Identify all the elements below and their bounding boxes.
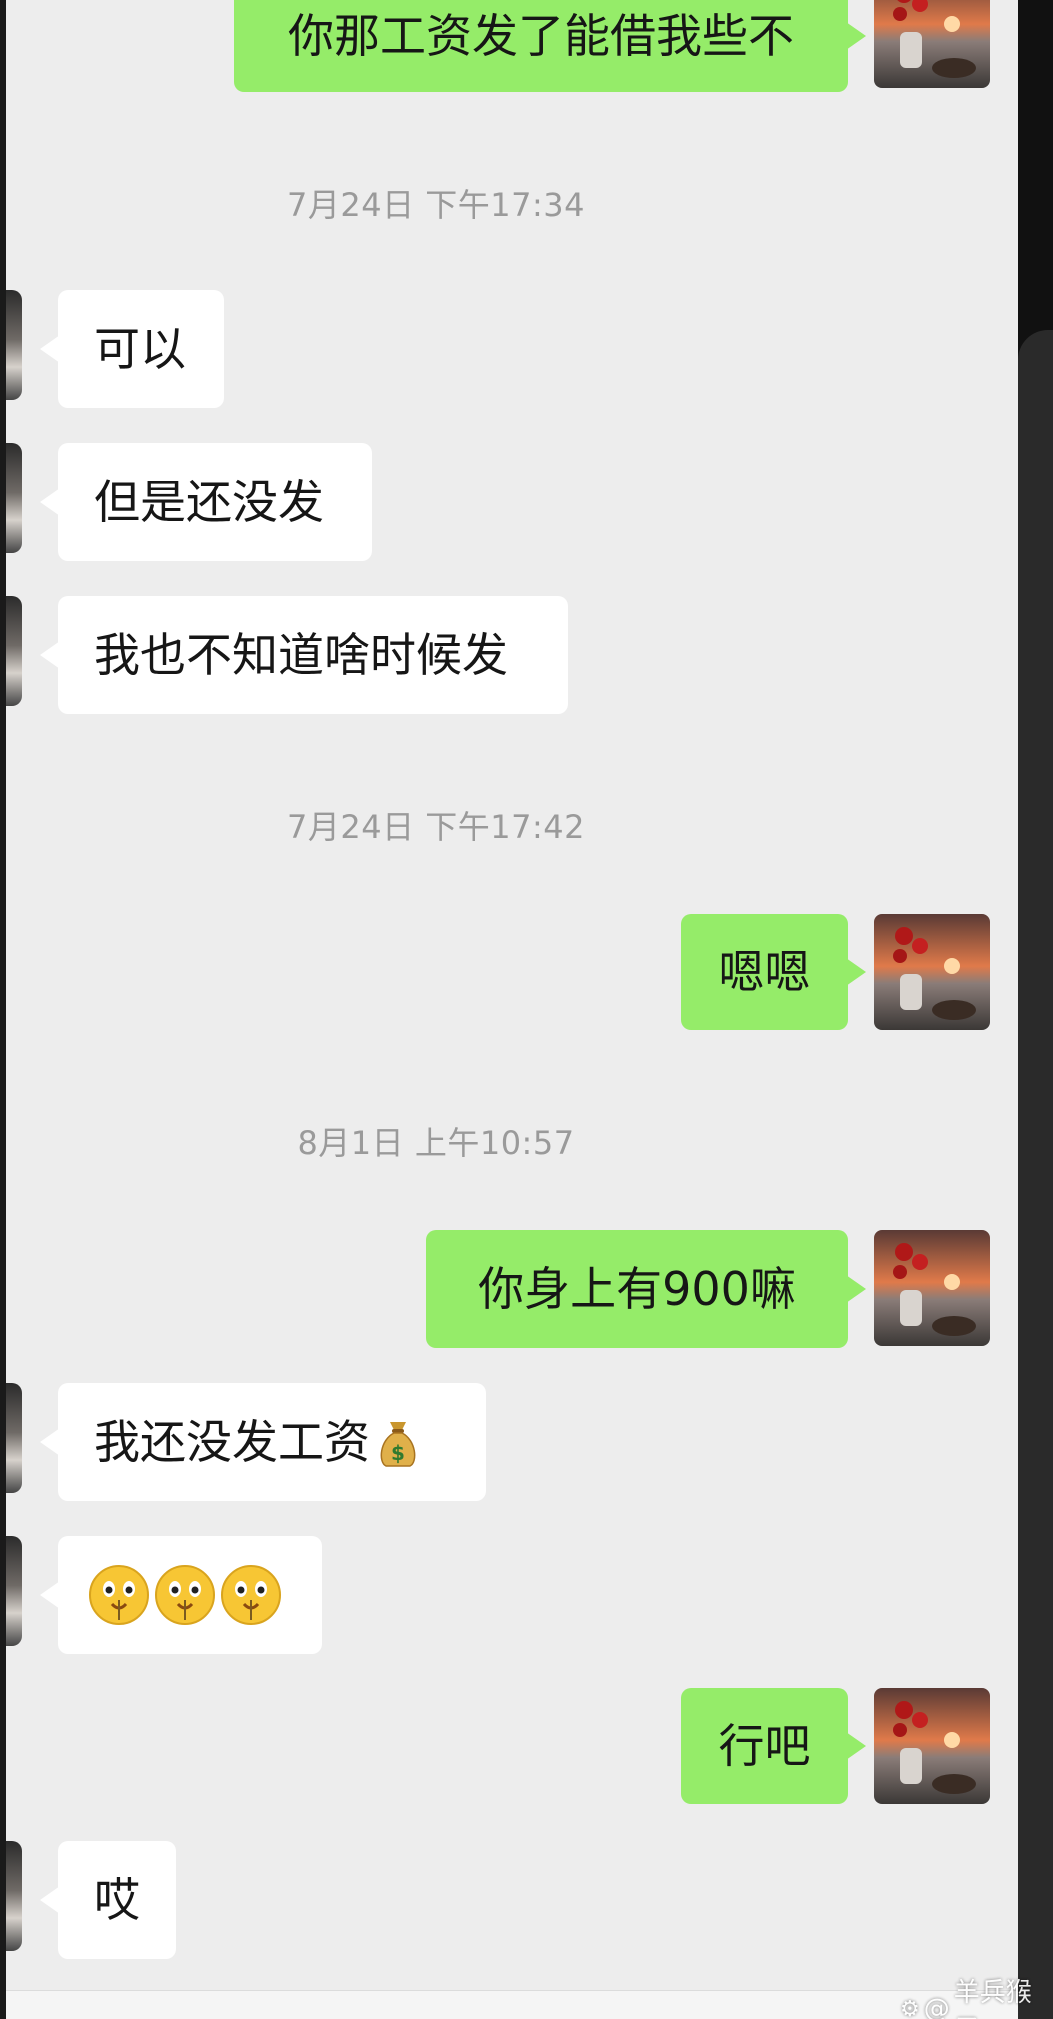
input-bar[interactable] bbox=[6, 1990, 1018, 2019]
my-avatar[interactable] bbox=[874, 1688, 990, 1804]
rose-sunset-avatar-icon bbox=[874, 0, 990, 88]
my-avatar[interactable] bbox=[874, 1230, 990, 1346]
outgoing-message-bubble[interactable]: 你那工资发了能借我些不 bbox=[234, 0, 866, 92]
my-avatar[interactable] bbox=[874, 0, 990, 88]
incoming-message-bubble[interactable]: 哎 bbox=[40, 1841, 176, 1959]
outgoing-message-bubble[interactable]: 嗯嗯 bbox=[681, 914, 866, 1030]
contact-avatar[interactable] bbox=[6, 596, 22, 706]
message-timestamp: 8月1日 上午10:57 bbox=[297, 1124, 575, 1162]
incoming-message-bubble[interactable]: 但是还没发 bbox=[40, 443, 372, 561]
money-mouth-face-icon bbox=[155, 1565, 215, 1625]
chat-message-list[interactable]: 你那工资发了能借我些不 7月24日 下午17:34 可以 但是还没发 我也不知道… bbox=[6, 0, 1018, 2019]
outgoing-message-bubble[interactable]: 行吧 bbox=[681, 1688, 866, 1804]
watermark-logo-icon: ⚙ bbox=[900, 1996, 920, 2019]
money-bag-icon: $ bbox=[380, 1422, 416, 1467]
incoming-message-bubble[interactable] bbox=[40, 1536, 322, 1654]
rose-sunset-avatar-icon bbox=[874, 1230, 990, 1346]
contact-avatar[interactable] bbox=[6, 1536, 22, 1646]
message-text: 你身上有900嘛 bbox=[478, 1261, 796, 1316]
message-text: 行吧 bbox=[718, 1718, 811, 1773]
background-edge bbox=[1018, 0, 1053, 2019]
watermark-text: 羊兵猴子 bbox=[953, 1978, 1032, 2019]
incoming-message-bubble[interactable]: 可以 bbox=[40, 290, 224, 408]
message-text: 我还没发工资 bbox=[94, 1414, 370, 1469]
message-timestamp: 7月24日 下午17:34 bbox=[287, 186, 585, 224]
incoming-message-bubble[interactable]: 我还没发工资 $ bbox=[40, 1383, 486, 1501]
money-mouth-face-icon bbox=[221, 1565, 281, 1625]
incoming-message-bubble[interactable]: 我也不知道啥时候发 bbox=[40, 596, 568, 714]
screenshot-frame: 你那工资发了能借我些不 7月24日 下午17:34 可以 但是还没发 我也不知道… bbox=[0, 0, 1053, 2019]
message-text: 但是还没发 bbox=[94, 474, 324, 529]
message-text: 我也不知道啥时候发 bbox=[94, 627, 508, 682]
message-timestamp: 7月24日 下午17:42 bbox=[287, 808, 585, 846]
message-text: 哎 bbox=[94, 1872, 140, 1927]
contact-avatar[interactable] bbox=[6, 1841, 22, 1951]
watermark-symbol: @ bbox=[923, 1994, 950, 2019]
watermark: ⚙ @ 羊兵猴子 bbox=[900, 1972, 1053, 2019]
message-text: 嗯嗯 bbox=[718, 944, 811, 999]
money-mouth-face-icon bbox=[89, 1565, 149, 1625]
rose-sunset-avatar-icon bbox=[874, 914, 990, 1030]
outgoing-message-bubble[interactable]: 你身上有900嘛 bbox=[426, 1230, 866, 1348]
svg-text:$: $ bbox=[391, 1441, 405, 1465]
rose-sunset-avatar-icon bbox=[874, 1688, 990, 1804]
my-avatar[interactable] bbox=[874, 914, 990, 1030]
contact-avatar[interactable] bbox=[6, 1383, 22, 1493]
message-text: 你那工资发了能借我些不 bbox=[288, 8, 794, 63]
background-panel bbox=[1018, 330, 1053, 2019]
message-text: 可以 bbox=[94, 321, 186, 376]
contact-avatar[interactable] bbox=[6, 443, 22, 553]
contact-avatar[interactable] bbox=[6, 290, 22, 400]
